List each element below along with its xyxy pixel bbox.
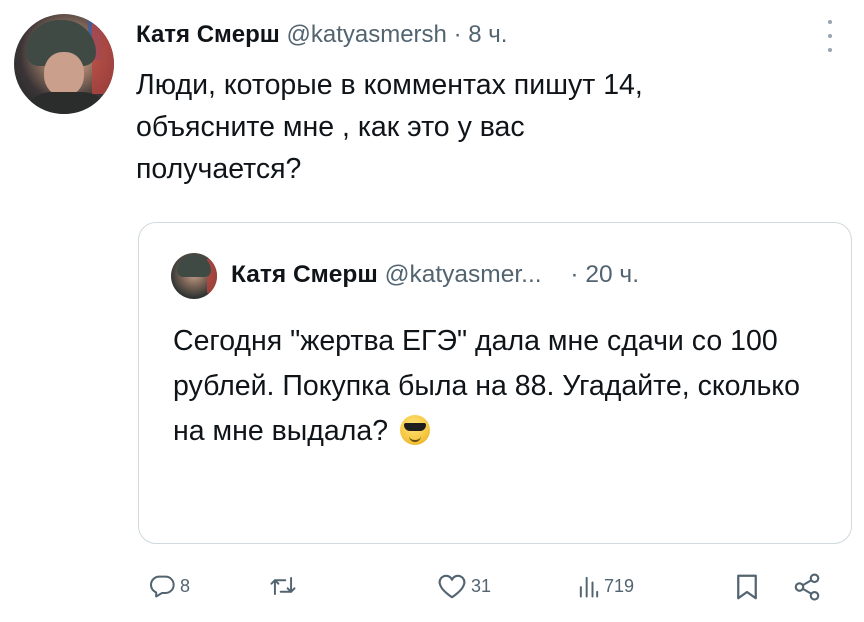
- views-icon: [578, 572, 600, 600]
- quoted-author-handle[interactable]: @katyasmer...: [385, 261, 542, 288]
- quoted-tweet-text-container: Сегодня "жертва ЕГЭ" дала мне сдачи со 1…: [173, 319, 833, 454]
- reply-icon: [148, 572, 176, 600]
- quoted-separator-dot: ·: [570, 261, 579, 288]
- quoted-tweet-text: Сегодня "жертва ЕГЭ" дала мне сдачи со 1…: [173, 325, 800, 447]
- bookmark-button[interactable]: [734, 572, 760, 602]
- quoted-author-avatar[interactable]: [171, 253, 217, 299]
- author-name[interactable]: Катя Смерш: [136, 21, 280, 48]
- tweet-text: Люди, которые в комментах пишут 14, объя…: [136, 69, 643, 185]
- more-vertical-icon[interactable]: [822, 20, 838, 52]
- tweet-time[interactable]: 8 ч.: [468, 21, 507, 48]
- views-count: 719: [604, 575, 635, 596]
- separator-dot: ·: [453, 21, 462, 48]
- retweet-button[interactable]: [268, 572, 302, 600]
- like-button[interactable]: 31: [437, 572, 491, 600]
- reply-button[interactable]: 8: [148, 572, 190, 600]
- like-icon: [437, 572, 467, 600]
- quoted-tweet[interactable]: Катя Смерш @katyasmer... · 20 ч. Сегодня…: [138, 222, 852, 544]
- share-icon: [792, 572, 822, 602]
- bookmark-icon: [734, 572, 760, 602]
- quoted-tweet-time[interactable]: 20 ч.: [585, 261, 639, 288]
- retweet-icon: [268, 572, 298, 600]
- share-button[interactable]: [792, 572, 822, 602]
- action-bar: 8 31 719: [0, 566, 864, 610]
- sunglasses-emoji-icon: [399, 415, 430, 445]
- like-count: 31: [471, 575, 492, 596]
- quoted-tweet-header: Катя Смерш @katyasmer... · 20 ч.: [231, 259, 639, 291]
- tweet-header: Катя Смерш @katyasmersh · 8 ч.: [136, 20, 507, 50]
- author-handle[interactable]: @katyasmersh: [286, 21, 446, 48]
- quoted-author-name[interactable]: Катя Смерш: [231, 261, 378, 288]
- author-avatar[interactable]: [14, 14, 114, 114]
- reply-count: 8: [180, 575, 191, 596]
- views-button[interactable]: 719: [578, 572, 634, 600]
